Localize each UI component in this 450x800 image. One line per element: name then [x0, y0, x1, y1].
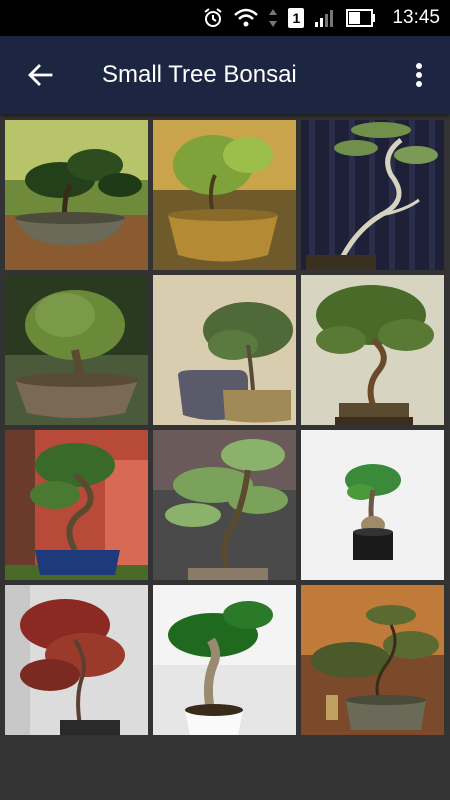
bonsai-photo-2 [153, 120, 296, 270]
sim-icon: 1 [288, 8, 305, 28]
bonsai-image-5[interactable] [153, 275, 296, 425]
status-bar: 1 13:45 [0, 0, 450, 36]
bonsai-photo-5 [153, 275, 296, 425]
more-vertical-icon [416, 63, 422, 87]
bonsai-image-7[interactable] [5, 430, 148, 580]
signal-icon [315, 10, 334, 27]
bonsai-photo-12 [301, 585, 444, 735]
app-bar: Small Tree Bonsai [0, 36, 450, 114]
bonsai-image-2[interactable] [153, 120, 296, 270]
bonsai-photo-10 [5, 585, 148, 735]
bonsai-photo-8 [153, 430, 296, 580]
battery-icon [346, 9, 376, 27]
back-button[interactable] [20, 55, 60, 95]
bonsai-image-10[interactable] [5, 585, 148, 735]
bonsai-gallery [5, 120, 445, 735]
page-title: Small Tree Bonsai [102, 61, 297, 88]
arrow-left-icon [28, 64, 53, 86]
data-arrows-icon [269, 9, 278, 27]
bonsai-photo-9 [301, 430, 444, 580]
bonsai-photo-3 [301, 120, 444, 270]
bonsai-image-9[interactable] [301, 430, 444, 580]
bonsai-image-1[interactable] [5, 120, 148, 270]
sim-badge: 1 [292, 10, 301, 26]
bonsai-image-3[interactable] [301, 120, 444, 270]
wifi-icon [234, 8, 259, 27]
bonsai-image-8[interactable] [153, 430, 296, 580]
status-clock: 13:45 [392, 7, 440, 28]
bonsai-photo-6 [301, 275, 444, 425]
bonsai-image-4[interactable] [5, 275, 148, 425]
alarm-icon [204, 8, 223, 27]
bonsai-photo-4 [5, 275, 148, 425]
bonsai-photo-11 [153, 585, 296, 735]
overflow-menu-button[interactable] [404, 55, 434, 95]
bonsai-image-6[interactable] [301, 275, 444, 425]
bonsai-image-12[interactable] [301, 585, 444, 735]
bonsai-image-11[interactable] [153, 585, 296, 735]
bonsai-photo-7 [5, 430, 148, 580]
bonsai-photo-1 [5, 120, 148, 270]
bottom-empty-area [0, 740, 450, 800]
